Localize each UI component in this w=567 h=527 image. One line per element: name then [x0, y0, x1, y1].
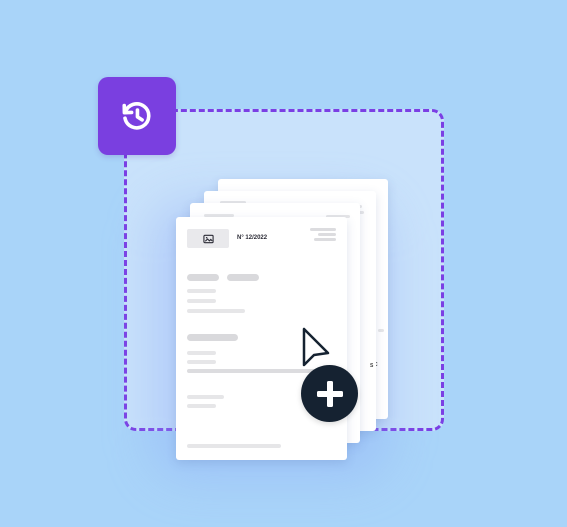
- text-line: [187, 351, 216, 355]
- cursor-icon: [302, 327, 330, 367]
- document-number: N° 12/2022: [237, 235, 268, 241]
- image-icon: [202, 234, 214, 243]
- text-line: [187, 309, 245, 313]
- image-placeholder: [187, 229, 229, 248]
- header-line: [310, 228, 336, 231]
- field-label-pill: [187, 274, 219, 281]
- section-title-pill: [187, 334, 238, 341]
- history-button[interactable]: [98, 77, 176, 155]
- footer-line: [187, 444, 281, 448]
- text-line: [187, 360, 216, 364]
- plus-icon: [316, 380, 343, 407]
- text-line: [187, 395, 224, 399]
- add-document-button[interactable]: [301, 365, 358, 422]
- text-line: [187, 289, 216, 293]
- field-label-pill: [227, 274, 259, 281]
- history-clock-icon: [122, 102, 151, 130]
- header-line: [314, 238, 336, 241]
- text-line: [187, 404, 216, 408]
- table-line: [187, 369, 325, 373]
- back-sheet-mark: S: [370, 363, 374, 369]
- header-line: [318, 233, 336, 236]
- text-line: [187, 299, 216, 303]
